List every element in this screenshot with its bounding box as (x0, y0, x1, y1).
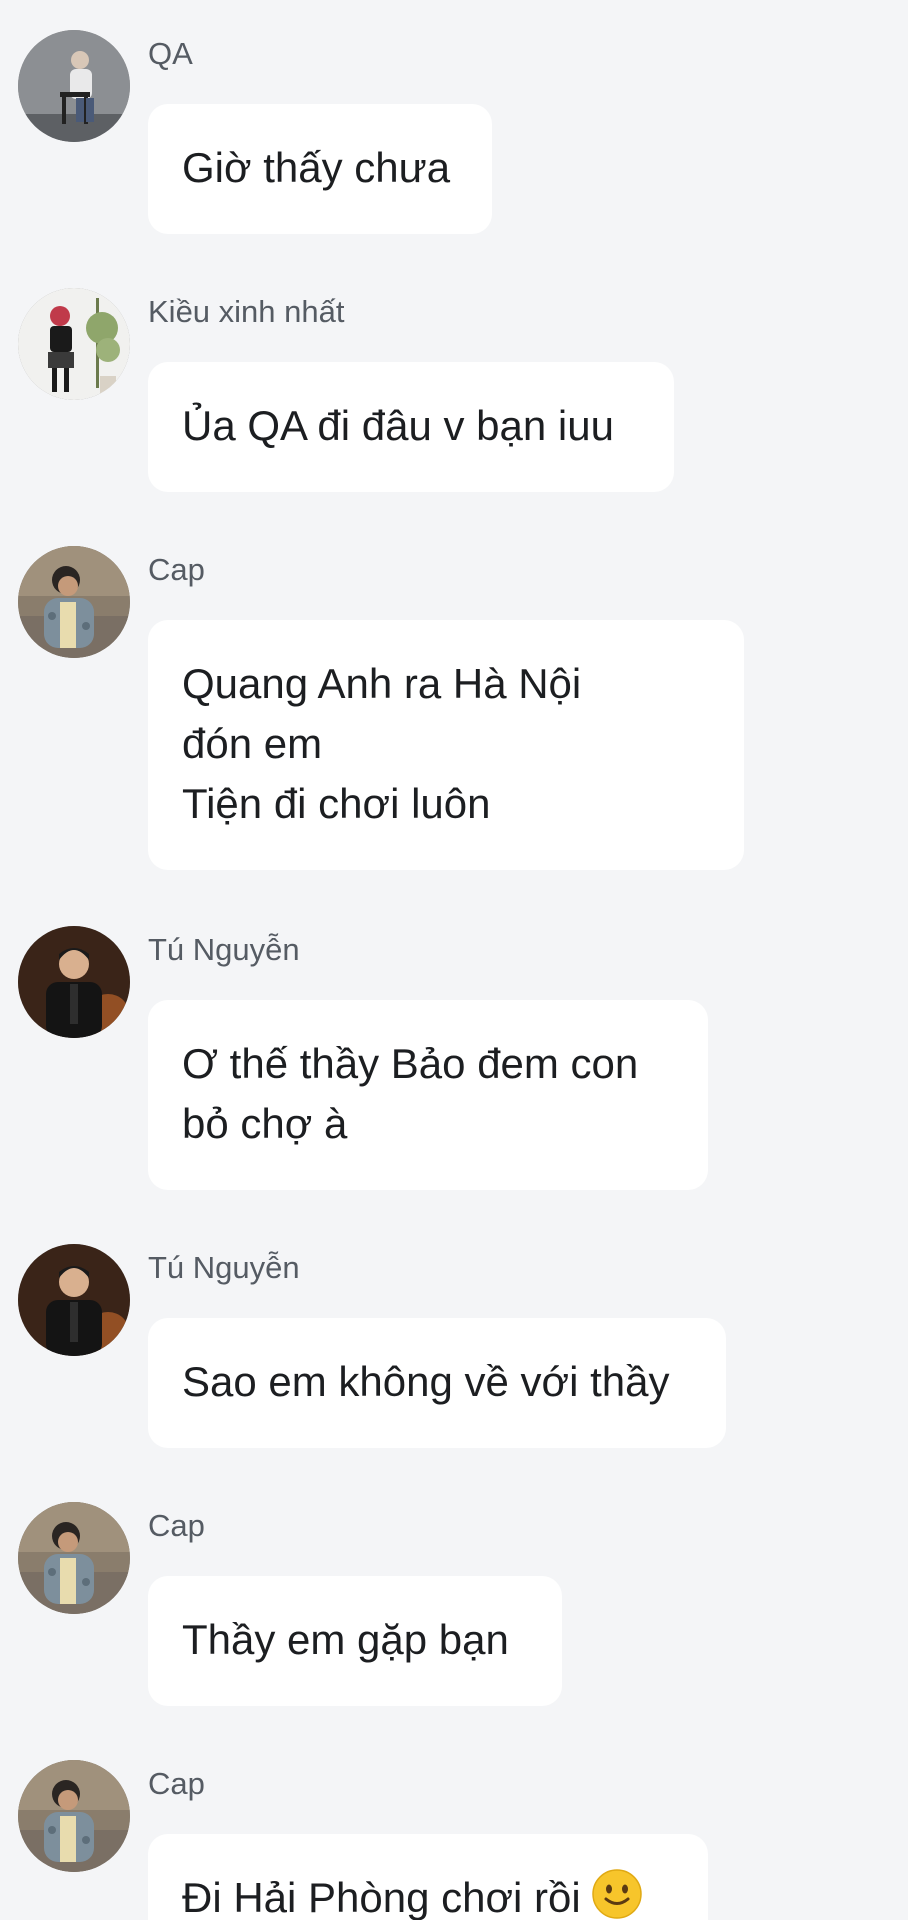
sender-name: Kiều xinh nhất (148, 294, 345, 329)
avatar[interactable] (18, 926, 130, 1038)
avatar[interactable] (18, 288, 130, 400)
message-bubble[interactable]: Giờ thấy chưa (148, 104, 492, 234)
avatar-qa-image (18, 30, 130, 142)
message-bubble[interactable]: Thầy em gặp bạn (148, 1576, 562, 1706)
avatar[interactable] (18, 1502, 130, 1614)
avatar[interactable] (18, 1244, 130, 1356)
avatar-cap-image (18, 1760, 130, 1872)
message-bubble[interactable]: Quang Anh ra Hà Nội đón em Tiện đi chơi … (148, 620, 744, 870)
sender-name: Cap (148, 552, 205, 587)
avatar-cap-image (18, 546, 130, 658)
message-bubble[interactable]: Ủa QA đi đâu v bạn iuu (148, 362, 674, 492)
message-text: Sao em không về với thầy (182, 1358, 670, 1405)
sender-name: Cap (148, 1508, 205, 1543)
avatar-cap-image (18, 1502, 130, 1614)
message-bubble[interactable]: Đi Hải Phòng chơi rồi (148, 1834, 708, 1920)
avatar-tu-image (18, 926, 130, 1038)
message-bubble[interactable]: Sao em không về với thầy (148, 1318, 726, 1448)
message-text: Ủa QA đi đâu v bạn iuu (182, 402, 614, 449)
sender-name: QA (148, 36, 193, 71)
message-text: Thầy em gặp bạn (182, 1616, 509, 1663)
sender-name: Cap (148, 1766, 205, 1801)
message-text: Tiện đi chơi luôn (182, 780, 491, 827)
message-bubble[interactable]: Ơ thế thầy Bảo đem con bỏ chợ à (148, 1000, 708, 1190)
message-text: Đi Hải Phòng chơi rồi (182, 1874, 581, 1920)
avatar[interactable] (18, 546, 130, 658)
avatar[interactable] (18, 30, 130, 142)
sender-name: Tú Nguyễn (148, 1250, 300, 1285)
message-text: Quang Anh ra Hà Nội (182, 660, 582, 707)
avatar-tu-image (18, 1244, 130, 1356)
message-text: bỏ chợ à (182, 1100, 348, 1147)
message-text: Giờ thấy chưa (182, 144, 451, 191)
slightly-smiling-face-icon (591, 1869, 642, 1919)
chat-message-list[interactable]: QA Giờ thấy chưa Kiều xinh nhất Ủa QA đi… (0, 0, 908, 1920)
message-text-row: Đi Hải Phòng chơi rồi (182, 1868, 674, 1920)
avatar-kieu-image (18, 288, 130, 400)
message-text: Ơ thế thầy Bảo đem con (182, 1040, 639, 1087)
avatar[interactable] (18, 1760, 130, 1872)
sender-name: Tú Nguyễn (148, 932, 300, 967)
message-text: đón em (182, 720, 323, 767)
